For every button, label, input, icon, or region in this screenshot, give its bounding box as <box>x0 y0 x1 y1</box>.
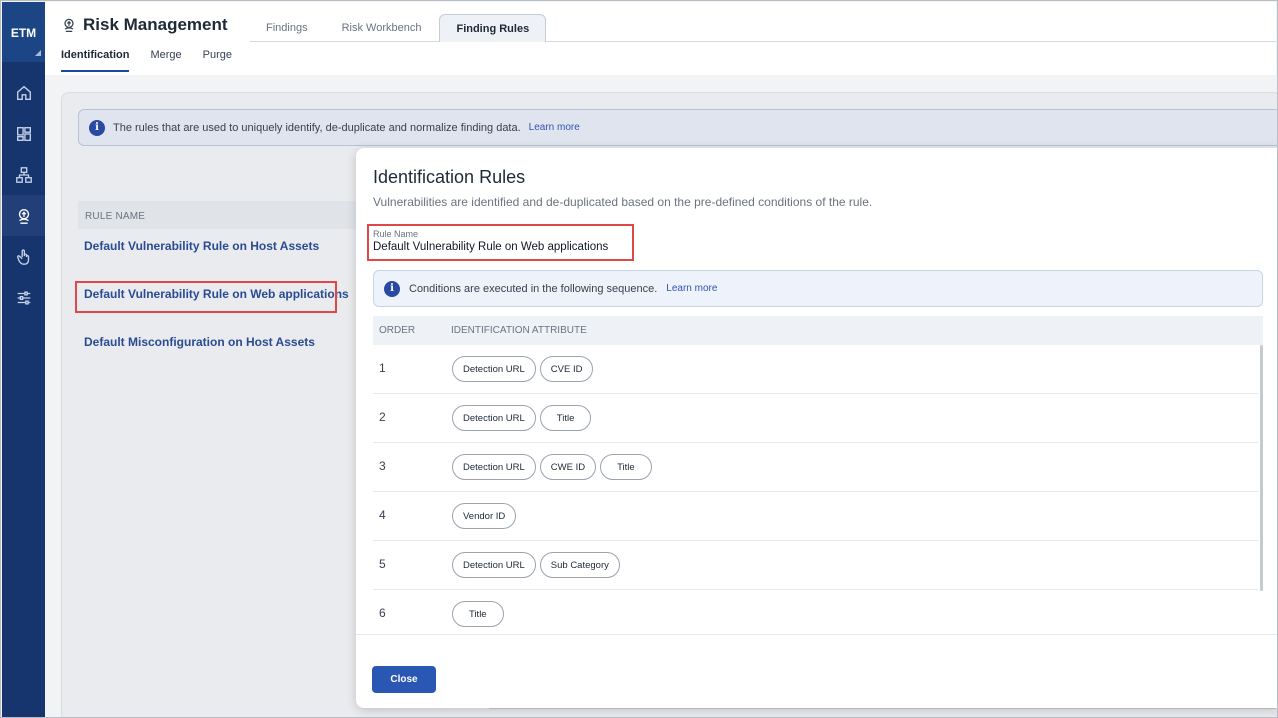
etm-logo[interactable]: ETM <box>2 2 45 62</box>
order-number: 3 <box>379 459 386 473</box>
page-title-text: Risk Management <box>83 15 228 34</box>
tab-findings[interactable]: Findings <box>250 14 324 42</box>
attribute-chip: Detection URL <box>452 405 536 431</box>
attribute-chip: Detection URL <box>452 454 536 480</box>
sidebar-item-dashboard[interactable] <box>2 113 45 154</box>
expand-corner-icon <box>35 50 41 56</box>
order-column-header: ORDER <box>379 325 416 336</box>
table-row: 3 Detection URL CWE ID Title <box>373 443 1258 492</box>
rule-name-value: Default Vulnerability Rule on Web applic… <box>373 241 609 253</box>
sidebar-item-network[interactable] <box>2 154 45 195</box>
table-row: 1 Detection URL CVE ID <box>373 345 1258 394</box>
dialog-footer-divider <box>356 634 1277 635</box>
rule-name-column-header[interactable]: RULE NAME <box>78 201 368 229</box>
learn-more-link[interactable]: Learn more <box>529 122 580 133</box>
risk-management-icon <box>64 18 74 33</box>
tab-merge[interactable]: Merge <box>150 49 181 72</box>
attribute-chip: Title <box>539 405 592 431</box>
vertical-scrollbar[interactable] <box>1260 345 1263 591</box>
rule-name-label: Rule Name <box>373 229 419 239</box>
info-banner-text: The rules that are used to uniquely iden… <box>113 121 521 134</box>
header: Risk Management Findings Risk Workbench … <box>45 2 1276 75</box>
tab-finding-rules[interactable]: Finding Rules <box>439 14 547 42</box>
dialog-subtitle: Vulnerabilities are identified and de-du… <box>373 195 873 209</box>
attribute-chip: Title <box>600 454 652 480</box>
close-button[interactable]: Close <box>372 666 436 693</box>
attribute-chip: CWE ID <box>539 454 597 480</box>
info-icon: i <box>384 280 400 297</box>
page-title: Risk Management <box>61 15 228 35</box>
sidebar-item-actions[interactable] <box>2 236 45 277</box>
attribute-chip: Vendor ID <box>452 503 517 529</box>
order-number: 5 <box>379 557 386 571</box>
hand-pointer-icon <box>16 248 29 265</box>
risk-icon <box>18 208 29 224</box>
sidebar: ETM <box>2 2 45 717</box>
conditions-learn-more-link[interactable]: Learn more <box>666 283 717 294</box>
order-number: 2 <box>379 410 386 424</box>
top-tabs: Findings Risk Workbench Finding Rules <box>250 14 548 42</box>
etm-logo-text: ETM <box>10 26 37 40</box>
highlight-rule-row <box>75 281 337 313</box>
tab-identification[interactable]: Identification <box>61 49 130 72</box>
sidebar-item-home[interactable] <box>2 72 45 113</box>
sidebar-item-risk[interactable] <box>2 195 45 236</box>
attribute-column-header: IDENTIFICATION ATTRIBUTE <box>451 325 587 336</box>
table-row: 4 Vendor ID <box>373 492 1258 541</box>
sidebar-item-settings[interactable] <box>2 277 45 318</box>
identification-rules-dialog: Identification Rules Vulnerabilities are… <box>356 148 1277 708</box>
rule-name-field: Rule Name Default Vulnerability Rule on … <box>367 224 634 261</box>
attribute-chip: Detection URL <box>452 356 536 382</box>
info-banner: i The rules that are used to uniquely id… <box>78 109 1277 146</box>
tab-purge[interactable]: Purge <box>203 49 232 72</box>
attribute-chip: Detection URL <box>452 552 536 578</box>
table-row: 2 Detection URL Title <box>373 394 1258 443</box>
attribute-chip: Title <box>452 601 504 627</box>
conditions-table-header: ORDER IDENTIFICATION ATTRIBUTE <box>373 316 1263 345</box>
table-row: 5 Detection URL Sub Category <box>373 541 1258 590</box>
app-window: ETM Risk Management Findings Risk Workbe… <box>0 0 1278 718</box>
sub-tabs: Identification Merge Purge <box>61 49 232 72</box>
rule-row-host-assets[interactable]: Default Vulnerability Rule on Host Asset… <box>84 239 319 253</box>
order-number: 4 <box>379 508 386 522</box>
order-number: 1 <box>379 361 386 375</box>
table-row: 6 Title <box>373 590 1258 639</box>
dashboard-icon <box>16 126 31 141</box>
network-icon <box>15 166 32 183</box>
attribute-chip: CVE ID <box>539 356 594 382</box>
conditions-banner: i Conditions are executed in the followi… <box>373 270 1263 307</box>
conditions-text: Conditions are executed in the following… <box>409 282 658 295</box>
sliders-icon <box>17 290 30 305</box>
horizontal-scrollbar[interactable] <box>489 708 1276 709</box>
attribute-chip: Sub Category <box>539 552 620 578</box>
rule-row-misconfiguration[interactable]: Default Misconfiguration on Host Assets <box>84 335 315 349</box>
home-icon <box>16 85 31 100</box>
tab-risk-workbench[interactable]: Risk Workbench <box>326 14 438 42</box>
info-icon: i <box>89 119 105 136</box>
order-number: 6 <box>379 606 386 620</box>
dialog-title: Identification Rules <box>373 167 526 187</box>
